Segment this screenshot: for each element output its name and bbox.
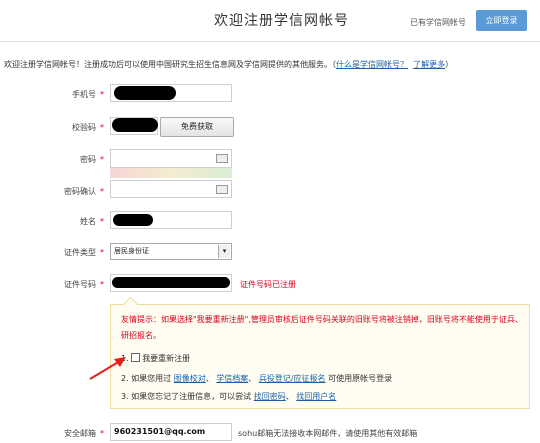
- confirm-password-input[interactable]: [110, 180, 232, 198]
- redaction-mark: [114, 86, 176, 100]
- image-check-link[interactable]: 图像校对: [174, 374, 206, 383]
- have-account-text: 已有学信网帐号: [410, 18, 466, 27]
- redaction-mark: [113, 214, 153, 226]
- password-input[interactable]: [110, 149, 232, 168]
- page-title: 欢迎注册学信网帐号: [214, 13, 349, 29]
- re-register-option[interactable]: 1. 我要重新注册: [121, 353, 190, 364]
- keyboard-icon[interactable]: [216, 154, 228, 163]
- email-hint: sohu邮箱无法接收本网邮件，请使用其他有效邮箱: [238, 429, 418, 438]
- military-registration-link[interactable]: 兵役登记/应征报名: [259, 374, 326, 383]
- forgot-info-option: 3. 如果您忘记了注册信息，可以尝试 找回密码、 找回用户名: [121, 392, 337, 401]
- notice-box: 友情提示：如果选择"我要重新注册",管理员审核后证件号码关联的旧账号将被注销掉，…: [110, 304, 530, 409]
- redaction-mark: [112, 118, 158, 132]
- find-password-link[interactable]: 找回密码: [254, 392, 286, 401]
- password-label: 密码 *: [80, 155, 104, 164]
- idnum-error: 证件号码已注册: [240, 280, 296, 289]
- what-is-account-link[interactable]: 什么是学信网帐号？: [336, 60, 408, 69]
- email-label: 安全邮箱 *: [64, 429, 104, 438]
- xuexin-archive-link[interactable]: 学信档案: [216, 374, 248, 383]
- get-code-button[interactable]: 免费获取: [160, 117, 234, 137]
- notice-tip: 友情提示：如果选择"我要重新注册",管理员审核后证件号码关联的旧账号将被注销掉，…: [121, 315, 523, 340]
- email-input[interactable]: 960231501@qq.com: [110, 423, 232, 441]
- intro-text: 欢迎注册学信网帐号！注册成功后可以使用中国研究生招生信息网及学信网提供的其他服务…: [4, 60, 454, 69]
- learn-more-link[interactable]: 了解更多: [413, 60, 445, 69]
- redaction-mark: [112, 277, 230, 288]
- used-before-option: 2. 如果您用过 图像校对、 学信档案、 兵役登记/应征报名 可使用原帐号登录: [121, 374, 393, 383]
- idtype-label: 证件类型 *: [64, 248, 104, 257]
- keyboard-icon[interactable]: [216, 185, 228, 194]
- name-label: 姓名 *: [80, 217, 104, 226]
- phone-label: 手机号 *: [72, 90, 104, 99]
- idnum-label: 证件号码 *: [64, 280, 104, 289]
- confirm-label: 密码确认 *: [64, 187, 104, 196]
- re-register-checkbox[interactable]: [131, 353, 141, 362]
- annotation-arrow-icon: [89, 357, 126, 380]
- chevron-down-icon: ▾: [218, 245, 230, 258]
- code-label: 校验码 *: [72, 123, 104, 132]
- password-strength-bar: [110, 168, 232, 178]
- header-divider: [0, 41, 540, 42]
- find-username-link[interactable]: 找回用户名: [296, 392, 336, 401]
- login-button[interactable]: 立即登录: [476, 10, 527, 31]
- idtype-select[interactable]: 居民身份证 ▾: [110, 243, 232, 260]
